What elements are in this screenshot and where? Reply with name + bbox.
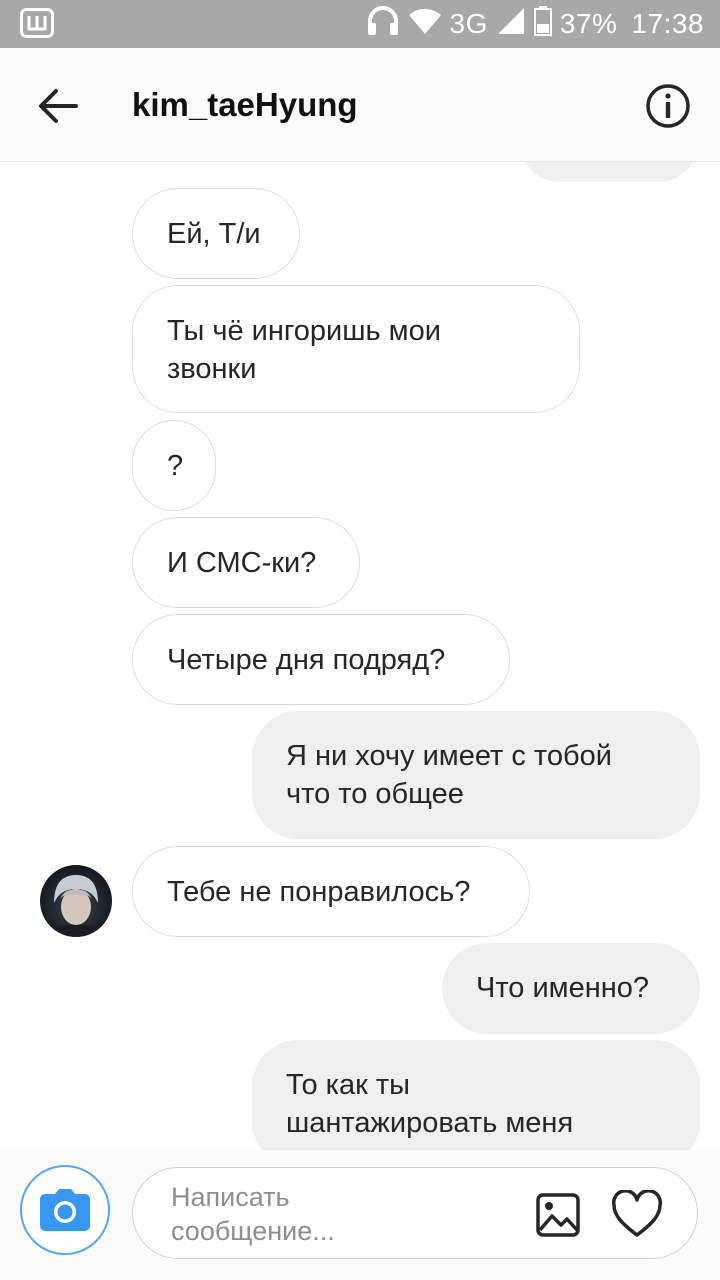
battery-level: 37% — [559, 8, 618, 39]
message-input-placeholder: Написать сообщение... — [171, 1182, 335, 1246]
network-type: 3G — [449, 8, 488, 39]
gallery-button[interactable] — [535, 1192, 581, 1238]
back-arrow-icon — [39, 89, 78, 123]
incoming-message[interactable]: И СМС-ки? — [132, 517, 360, 608]
incoming-message[interactable]: Четыре дня подряд? — [132, 614, 510, 705]
chat-title[interactable]: kim_taeHyung — [132, 86, 358, 124]
clock: 17:38 — [631, 8, 704, 39]
like-button[interactable] — [611, 1189, 663, 1240]
app-notification-icon — [20, 8, 54, 43]
incoming-message[interactable]: Тебе не понравилось? — [132, 846, 530, 937]
avatar[interactable] — [40, 865, 112, 937]
back-button[interactable] — [30, 78, 86, 134]
headphones-icon — [366, 5, 400, 43]
composer-bar: Написать сообщение... — [0, 1150, 720, 1280]
status-bar: 3G 37% 17:38 — [0, 0, 720, 48]
message-thread[interactable]: Ей, Т/и Ты чё ингоришь мои звонки ? И СМ… — [0, 162, 720, 1150]
outgoing-bubble-partial — [520, 162, 698, 182]
heart-icon — [611, 1189, 663, 1237]
outgoing-message[interactable]: Я ни хочу имеет с тобой что то общее — [252, 711, 700, 839]
outgoing-message[interactable]: То как ты шантажировать меня — [252, 1040, 700, 1150]
info-icon — [646, 84, 690, 128]
info-button[interactable] — [644, 82, 692, 130]
battery-icon — [533, 5, 552, 43]
incoming-message[interactable]: ? — [132, 420, 216, 511]
incoming-message[interactable]: Ты чё ингоришь мои звонки — [132, 285, 580, 413]
incoming-message[interactable]: Ей, Т/и — [132, 188, 300, 279]
gallery-icon — [536, 1193, 580, 1237]
outgoing-message[interactable]: Что именно? — [442, 943, 700, 1034]
signal-icon — [496, 7, 526, 42]
wifi-icon — [408, 7, 442, 42]
chat-header: kim_taeHyung — [0, 48, 720, 162]
camera-icon — [40, 1189, 90, 1231]
camera-button[interactable] — [20, 1165, 110, 1255]
message-input[interactable]: Написать сообщение... — [132, 1167, 698, 1259]
